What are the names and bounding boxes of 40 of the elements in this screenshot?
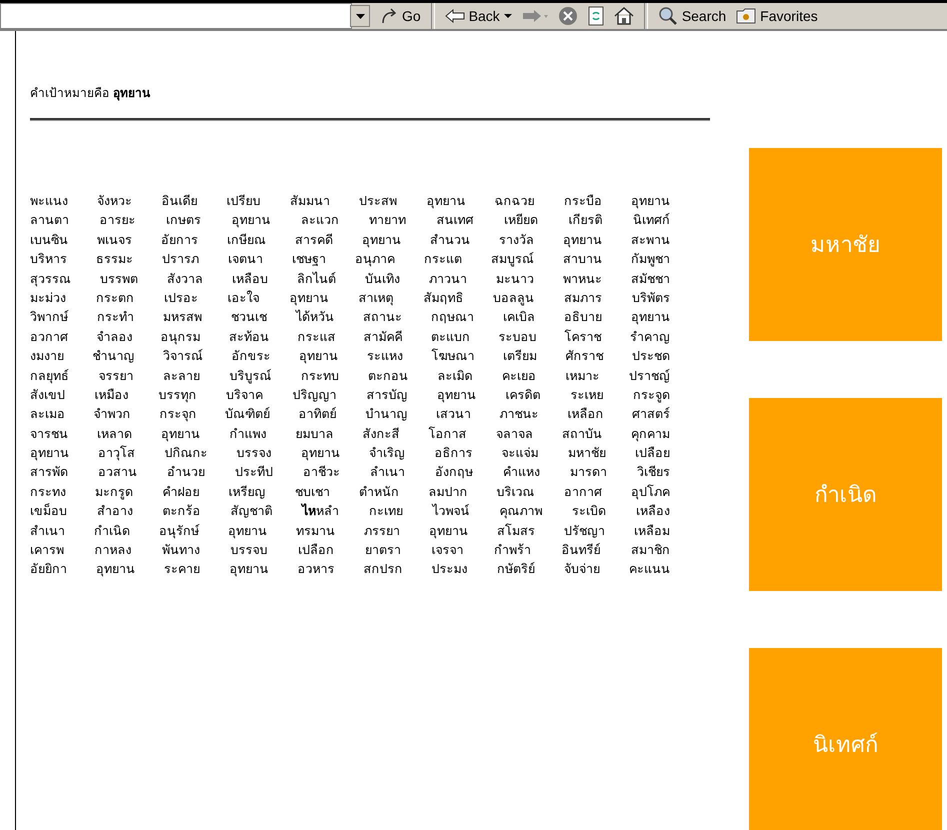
word-line: จารชน เหลาด อุทยาน กำแพง ยมบาล สังกะสี โอกาส จลาจล สถาบัน คุกคาม <box>30 424 670 444</box>
word-line: ลานตา อารยะ เกษตร อุทยาน ละแวก ทายาท สนเทศ เหยียด เกียรติ นิเทศก์ <box>30 211 670 230</box>
word-line: สำเนา กำเนิด อนุรักษ์ อุทยาน ทรมาน ภรรยา อุทยาน สโมสร ปรัชญา เหลือม <box>30 522 670 540</box>
favorites-button[interactable]: Favorites <box>736 8 818 24</box>
caret-icon <box>356 14 364 18</box>
caret-icon <box>504 14 512 18</box>
word-line: สารพัด อวสาน อำนวย ประทีป อาชีวะ ลำเนา อังกฤษ คำแหง มารดา วิเชียร <box>30 463 670 482</box>
refresh-icon <box>588 6 604 26</box>
word-line: พะแนง จังหวะ อินเดีย เปรียบ สัมมนา ประสพ อุทยาน ฉกฉวย กระบือ อุทยาน <box>30 192 670 210</box>
stop-icon <box>558 6 578 26</box>
word-line: สุวรรณ บรรพต สังวาล เหลือบ ลิกไนต์ บันเทิง ภาวนา มะนาว พาหนะ สมัชชา <box>30 270 670 288</box>
home-button[interactable] <box>614 6 634 26</box>
word-line: บริหาร ธรรมะ ปรารภ เจตนา เชษฐา อนุภาค กระแต สมบูรณ์ สาบาน กัมพูชา <box>30 250 670 268</box>
forward-arrow-icon <box>522 9 548 23</box>
word-line: สังเขป เหมือง บรรทุก บริจาค ปริญญา สารบัญ อุทยาน เครดิต ระเหย กระจูด <box>30 386 670 404</box>
search-button[interactable]: Search <box>658 6 726 26</box>
address-field[interactable] <box>0 3 352 29</box>
word-line: เคารพ กาหลง พันทาง บรรจบ เปลือก ยาตรา เจรจา กำพร้า อินทรีย์ สมาชิก <box>30 541 670 560</box>
word-line: ละเมอ จำพวก กระจุก บัณฑิตย์ อาทิตย์ บำนาญ เสวนา ภาชนะ เหลือก ศาสตร์ <box>30 405 670 424</box>
back-arrow-icon <box>444 9 465 23</box>
home-icon <box>614 6 634 26</box>
word-line: กระทง มะกรูด คำฝอย เหรียญ ชบเชา ตำหนัก ลมปาก บริเวณ อากาศ อุปโภค <box>30 482 670 502</box>
word-line: งมงาย ชำนาญ วิจารณ์ อักขระ อุทยาน ระแหง โฆษณา เตรียม ศักราช ประชด <box>30 347 670 366</box>
dropdown-button[interactable] <box>350 5 370 27</box>
target-word-heading: คำเป้าหมายคือ อุทยาน <box>30 85 152 102</box>
word-line: อุทยาน อาวุโส ปกิณกะ บรรจง อุทยาน จำเริญ อธิการ จะแจ่ม มหาชัย เปลือย <box>30 444 670 462</box>
search-icon <box>658 6 678 26</box>
word-line: กลยุทธ์ จรรยา ละลาย บริบูรณ์ กระทบ ตะกอน ละเมิด คะเยอ เหมาะ ปราชญ์ <box>30 366 670 385</box>
go-arrow-icon <box>380 7 398 25</box>
word-line: เขม็อบ สำอาง ตะกร้อ สัญชาติ ไหหลำ กะเทย ไวพจน์ คุณภาพ ระเบิด เหลือง <box>30 502 670 520</box>
word-line: เบนซิน พเนจร อัยการ เกษียณ สารคดี อุทยาน สำนวน รางวัล อุทยาน สะพาน <box>30 230 670 250</box>
back-button[interactable]: Back <box>444 8 512 24</box>
word-line: วิพากษ์ กระทำ มหรสพ ชวนเช ได้หวัน สถานะ กฤษณา เคเบิล อธิบาย อุทยาน <box>30 308 670 326</box>
folder-icon <box>736 8 756 24</box>
go-button[interactable]: Go <box>380 7 421 25</box>
stop-button[interactable] <box>558 6 578 26</box>
word-line: อวกาศ จำลอง อนุกรม สะท้อน กระแส สามัคคี ตะแบก ระบอบ โคราช รำคาญ <box>30 328 670 346</box>
word-line: อัยยิกา อุทยาน ระคาย อุทยาน อวหาร สกปรก ประมง กษัตริย์ จับจ่าย คะแนน <box>30 560 670 578</box>
refresh-button[interactable] <box>588 6 604 26</box>
word-line: มะม่วง กระตก เปรอะ เอะใจ อุทยาน สาเหตุ สัมฤทธิ บอลลูน สมภาร บริพัตร <box>30 288 670 308</box>
